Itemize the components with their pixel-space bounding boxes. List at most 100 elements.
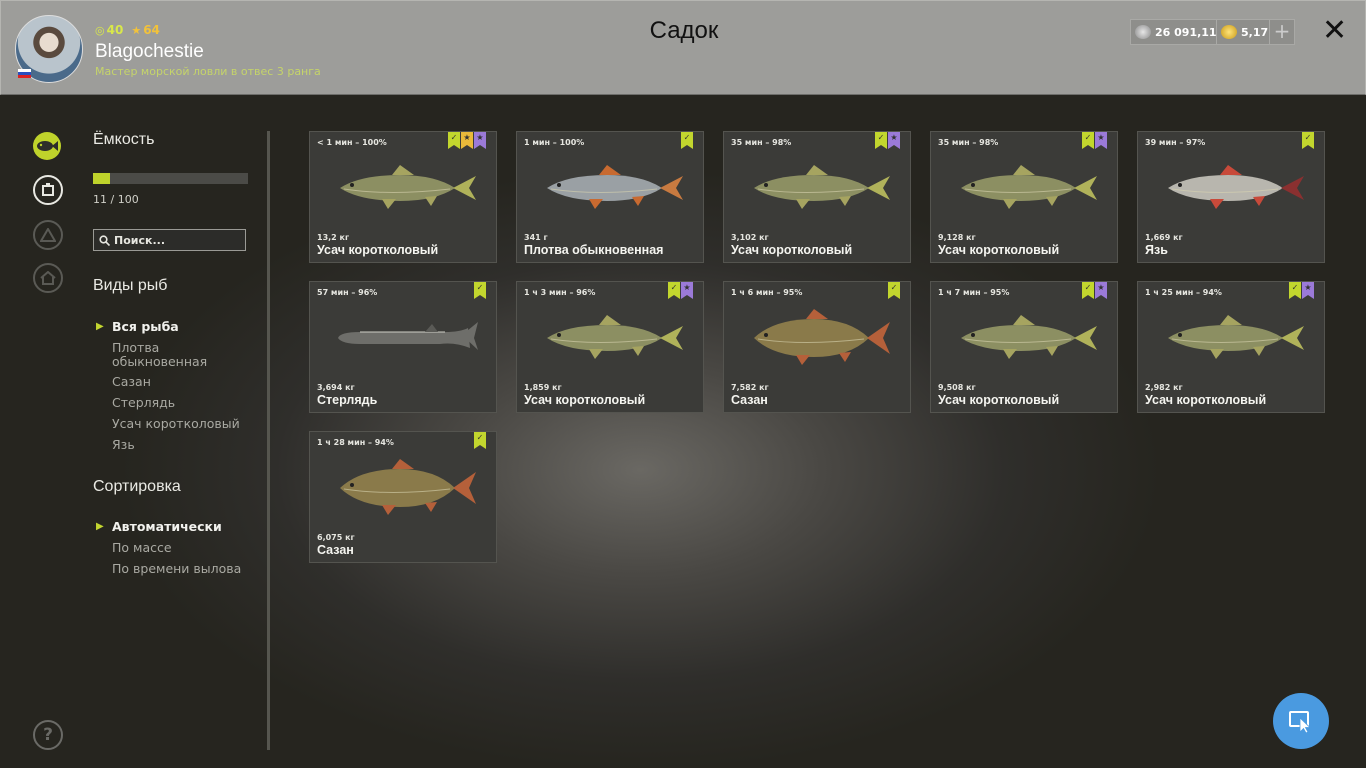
silver-balance[interactable]: 26 091,11: [1130, 19, 1224, 45]
purple-star-ribbon-icon: ★: [474, 132, 486, 149]
fish-card[interactable]: 1 ч 6 мин – 95% 7,582 кг Сазан ✓: [723, 281, 911, 413]
gold-star-ribbon-icon: ★: [461, 132, 473, 149]
check-ribbon-icon: ✓: [875, 132, 887, 149]
check-ribbon-icon: ✓: [474, 432, 486, 449]
fish-card[interactable]: 35 мин – 98% 3,102 кг Усач коротколовый ✓ ★: [723, 131, 911, 263]
fish-card[interactable]: 1 ч 7 мин – 95% 9,508 кг Усач коротколовый…: [930, 281, 1118, 413]
fish-image: [754, 309, 890, 365]
fish-weight: 1,669 кг: [1145, 233, 1183, 242]
silver-coin-icon: [1135, 25, 1151, 39]
fish-image: [547, 165, 683, 209]
fish-weight: 341 г: [524, 233, 548, 242]
search-icon: [99, 234, 110, 246]
species-filter-sterlet[interactable]: Стерлядь: [112, 396, 175, 410]
badge-group: ✓: [474, 282, 486, 299]
catch-time: 57 мин – 96%: [317, 288, 378, 297]
gold-coin-icon: [1221, 25, 1237, 39]
sort-by-time[interactable]: По времени вылова: [112, 562, 241, 576]
catch-time: 1 мин – 100%: [524, 138, 585, 147]
fish-name: Язь: [1145, 243, 1168, 257]
check-ribbon-icon: ✓: [1302, 132, 1314, 149]
fish-weight: 9,128 кг: [938, 233, 976, 242]
cursor-icon: [1289, 711, 1312, 734]
check-ribbon-icon: ✓: [1289, 282, 1301, 299]
badge-group: ✓: [474, 432, 486, 449]
capacity-text: 11 / 100: [93, 193, 139, 206]
fish-card[interactable]: 57 мин – 96% 3,694 кг Стерлядь ✓: [309, 281, 497, 413]
purple-star-ribbon-icon: ★: [1095, 132, 1107, 149]
help-button[interactable]: ?: [33, 720, 63, 750]
fish-card[interactable]: 1 ч 28 мин – 94% 6,075 кг Сазан ✓: [309, 431, 497, 563]
sort-heading: Сортировка: [93, 478, 181, 495]
gold-balance[interactable]: 5,17: [1216, 19, 1276, 45]
fish-name: Усач коротколовый: [317, 243, 439, 257]
fish-image: [1168, 165, 1304, 209]
fish-keepnet-icon[interactable]: [33, 132, 61, 160]
species-filter-ide[interactable]: Язь: [112, 438, 135, 452]
close-button[interactable]: ✕: [1322, 14, 1347, 48]
fish-card[interactable]: 1 мин – 100% 341 г Плотва обыкновенная ✓: [516, 131, 704, 263]
panel-divider: [267, 131, 270, 750]
catch-time: 1 ч 28 мин – 94%: [317, 438, 394, 447]
fish-image: [340, 459, 476, 515]
fish-weight: 2,982 кг: [1145, 383, 1183, 392]
fish-name: Усач коротколовый: [938, 393, 1060, 407]
badge-group: ✓: [888, 282, 900, 299]
fish-name: Усач коротколовый: [938, 243, 1060, 257]
catch-time: 1 ч 7 мин – 95%: [938, 288, 1010, 297]
catch-time: 39 мин – 97%: [1145, 138, 1206, 147]
fish-card[interactable]: 39 мин – 97% 1,669 кг Язь ✓: [1137, 131, 1325, 263]
home-icon[interactable]: [33, 263, 63, 293]
fish-weight: 7,582 кг: [731, 383, 769, 392]
fish-image: [961, 165, 1097, 209]
add-currency-button[interactable]: +: [1269, 19, 1295, 45]
purple-star-ribbon-icon: ★: [681, 282, 693, 299]
sort-auto[interactable]: Автоматически: [112, 520, 222, 534]
fish-card[interactable]: < 1 мин – 100% 13,2 кг Усач коротколовый ✓ ★…: [309, 131, 497, 263]
search-input[interactable]: Поиск...: [93, 229, 246, 251]
species-filter-carp[interactable]: Сазан: [112, 375, 151, 389]
badge-group: ✓ ★ ★: [448, 132, 486, 149]
fish-weight: 13,2 кг: [317, 233, 350, 242]
fish-weight: 3,694 кг: [317, 383, 355, 392]
species-filter-all[interactable]: Вся рыба: [112, 320, 179, 334]
species-filter-roach[interactable]: Плотва обыкновенная: [112, 341, 222, 369]
cursor-mode-button[interactable]: [1273, 693, 1329, 749]
fish-name: Усач коротколовый: [524, 393, 646, 407]
fish-name: Плотва обыкновенная: [524, 243, 664, 257]
catch-time: < 1 мин – 100%: [317, 138, 387, 147]
fish-name: Стерлядь: [317, 393, 378, 407]
badge-group: ✓ ★: [668, 282, 693, 299]
fish-weight: 3,102 кг: [731, 233, 769, 242]
fish-image: [340, 165, 476, 209]
badge-group: ✓ ★: [1082, 282, 1107, 299]
species-filter-barbel[interactable]: Усач коротколовый: [112, 417, 240, 431]
catch-time: 35 мин – 98%: [731, 138, 792, 147]
fish-name: Сазан: [731, 393, 768, 407]
catch-time: 1 ч 25 мин – 94%: [1145, 288, 1222, 297]
fish-card[interactable]: 35 мин – 98% 9,128 кг Усач коротколовый ✓ ★: [930, 131, 1118, 263]
fish-name: Сазан: [317, 543, 354, 557]
species-heading: Виды рыб: [93, 277, 168, 294]
badge-group: ✓ ★: [1289, 282, 1314, 299]
tent-icon[interactable]: [33, 220, 63, 250]
sort-by-weight[interactable]: По массе: [112, 541, 172, 555]
capacity-heading: Ёмкость: [93, 131, 155, 148]
catch-time: 35 мин – 98%: [938, 138, 999, 147]
check-ribbon-icon: ✓: [474, 282, 486, 299]
player-title: Мастер морской ловли в отвес 3 ранга: [95, 65, 321, 78]
check-ribbon-icon: ✓: [681, 132, 693, 149]
fish-image: [547, 315, 683, 359]
badge-group: ✓ ★: [1082, 132, 1107, 149]
fish-card[interactable]: 1 ч 3 мин – 96% 1,859 кг Усач коротколовый…: [516, 281, 704, 413]
badge-group: ✓: [1302, 132, 1314, 149]
check-ribbon-icon: ✓: [888, 282, 900, 299]
check-ribbon-icon: ✓: [1082, 132, 1094, 149]
purple-star-ribbon-icon: ★: [888, 132, 900, 149]
fish-weight: 9,508 кг: [938, 383, 976, 392]
fish-image: [1168, 315, 1304, 359]
trophy-icon[interactable]: [33, 175, 63, 205]
fish-card[interactable]: 1 ч 25 мин – 94% 2,982 кг Усач коротколовы…: [1137, 281, 1325, 413]
check-ribbon-icon: ✓: [448, 132, 460, 149]
russia-flag-icon: [18, 69, 31, 78]
